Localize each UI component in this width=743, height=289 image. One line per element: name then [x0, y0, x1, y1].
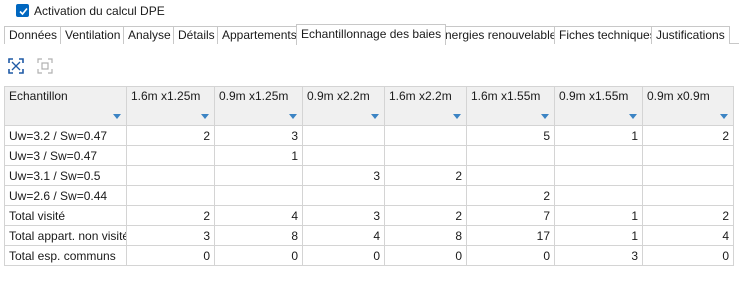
table-row: Total visité 2 4 3 2 7 1 2	[4, 205, 734, 226]
table-cell[interactable]	[642, 145, 734, 166]
table-cell[interactable]: 0	[642, 245, 734, 266]
column-header[interactable]: 0.9m x2.2m	[302, 86, 385, 126]
table-row: Uw=3.2 / Sw=0.47 2 3 5 1 2	[4, 125, 734, 146]
table-cell[interactable]: 3	[214, 125, 303, 146]
table-cell[interactable]: 0	[214, 245, 303, 266]
table-cell[interactable]: 2	[384, 165, 467, 186]
table-cell[interactable]: 3	[302, 165, 385, 186]
dpe-activation-bar: Activation du calcul DPE	[0, 0, 743, 22]
table-cell[interactable]	[384, 185, 467, 206]
tab-details[interactable]: Détails	[173, 26, 220, 44]
table-cell[interactable]: 1	[214, 145, 303, 166]
table-cell[interactable]: 2	[126, 205, 215, 226]
table-cell[interactable]: 2	[126, 125, 215, 146]
row-label: Total esp. communs	[4, 245, 127, 266]
table-cell[interactable]	[554, 185, 643, 206]
table-cell[interactable]	[302, 185, 385, 206]
tab-bar: Données Ventilation Analyse Détails Appa…	[4, 24, 739, 45]
table-row: Uw=3.1 / Sw=0.5 3 2	[4, 165, 734, 186]
table-cell[interactable]: 3	[554, 245, 643, 266]
table-cell[interactable]: 17	[466, 225, 555, 246]
table-cell[interactable]	[302, 145, 385, 166]
table-cell[interactable]	[384, 145, 467, 166]
column-header[interactable]: 1.6m x1.25m	[126, 86, 215, 126]
table-cell[interactable]: 1	[554, 205, 643, 226]
table-cell[interactable]: 7	[466, 205, 555, 226]
tab-appartements[interactable]: Appartements	[217, 26, 302, 44]
sampling-table: Echantillon 1.6m x1.25m 0.9m x1.25m 0.9m…	[4, 86, 734, 266]
table-cell[interactable]: 1	[554, 225, 643, 246]
table-row: Uw=2.6 / Sw=0.44 2	[4, 185, 734, 206]
table-cell[interactable]: 2	[642, 125, 734, 146]
table-row: Total appart. non visité 3 8 4 8 17 1 4	[4, 225, 734, 246]
table-cell[interactable]: 0	[466, 245, 555, 266]
table-cell[interactable]	[126, 185, 215, 206]
row-label: Uw=3.2 / Sw=0.47	[4, 125, 127, 146]
filter-icon[interactable]	[371, 114, 379, 119]
filter-icon[interactable]	[629, 114, 637, 119]
tab-fiches-techniques[interactable]: Fiches techniques	[554, 26, 661, 44]
table-cell[interactable]	[214, 185, 303, 206]
table-cell[interactable]: 8	[384, 225, 467, 246]
tab-ventilation[interactable]: Ventilation	[60, 26, 126, 44]
filter-icon[interactable]	[289, 114, 297, 119]
tab-justifications[interactable]: Justifications	[651, 26, 730, 44]
table-cell[interactable]: 0	[126, 245, 215, 266]
row-label: Total appart. non visité	[4, 225, 127, 246]
activation-label: Activation du calcul DPE	[34, 4, 165, 18]
table-cell[interactable]: 2	[642, 205, 734, 226]
row-label: Uw=3 / Sw=0.47	[4, 145, 127, 166]
table-row: Uw=3 / Sw=0.47 1	[4, 145, 734, 166]
filter-icon[interactable]	[541, 114, 549, 119]
tab-donnees[interactable]: Données	[4, 26, 63, 44]
collapse-icon[interactable]	[37, 58, 53, 74]
table-cell[interactable]	[214, 165, 303, 186]
tab-echantillonnage-des-baies[interactable]: Echantillonnage des baies	[296, 24, 447, 45]
table-cell[interactable]	[302, 125, 385, 146]
table-cell[interactable]	[126, 145, 215, 166]
table-cell[interactable]: 0	[384, 245, 467, 266]
toolbar	[0, 45, 743, 85]
table-cell[interactable]	[642, 165, 734, 186]
row-label: Total visité	[4, 205, 127, 226]
table-cell[interactable]	[554, 165, 643, 186]
table-cell[interactable]	[642, 185, 734, 206]
table-cell[interactable]: 8	[214, 225, 303, 246]
table-cell[interactable]	[126, 165, 215, 186]
column-header[interactable]: 1.6m x2.2m	[384, 86, 467, 126]
header-row: Echantillon 1.6m x1.25m 0.9m x1.25m 0.9m…	[4, 86, 734, 126]
filter-icon[interactable]	[201, 114, 209, 119]
table-cell[interactable]: 3	[126, 225, 215, 246]
table-cell[interactable]	[384, 125, 467, 146]
activation-checkbox[interactable]	[16, 4, 29, 17]
table-cell[interactable]: 4	[302, 225, 385, 246]
column-header[interactable]: 0.9m x0.9m	[642, 86, 734, 126]
column-header[interactable]: 0.9m x1.25m	[214, 86, 303, 126]
table-row: Total esp. communs 0 0 0 0 0 3 0	[4, 245, 734, 266]
table-cell[interactable]	[466, 165, 555, 186]
filter-icon[interactable]	[453, 114, 461, 119]
table-cell[interactable]	[466, 145, 555, 166]
row-label: Uw=2.6 / Sw=0.44	[4, 185, 127, 206]
column-header[interactable]: 1.6m x1.55m	[466, 86, 555, 126]
table-cell[interactable]	[554, 145, 643, 166]
table-cell[interactable]: 4	[642, 225, 734, 246]
table-cell[interactable]: 0	[302, 245, 385, 266]
table-cell[interactable]: 2	[384, 205, 467, 226]
expand-icon[interactable]	[8, 58, 24, 74]
filter-icon[interactable]	[113, 114, 121, 119]
tab-energies-renouvelables[interactable]: Energies renouvelables	[432, 26, 568, 44]
column-header[interactable]: 0.9m x1.55m	[554, 86, 643, 126]
table-cell[interactable]: 2	[466, 185, 555, 206]
table-cell[interactable]: 3	[302, 205, 385, 226]
table-cell[interactable]: 4	[214, 205, 303, 226]
column-header[interactable]: Echantillon	[4, 86, 127, 126]
tab-analyse[interactable]: Analyse	[123, 26, 176, 44]
table-cell[interactable]: 5	[466, 125, 555, 146]
row-label: Uw=3.1 / Sw=0.5	[4, 165, 127, 186]
filter-icon[interactable]	[720, 114, 728, 119]
checkmark-icon	[19, 7, 28, 16]
table-cell[interactable]: 1	[554, 125, 643, 146]
